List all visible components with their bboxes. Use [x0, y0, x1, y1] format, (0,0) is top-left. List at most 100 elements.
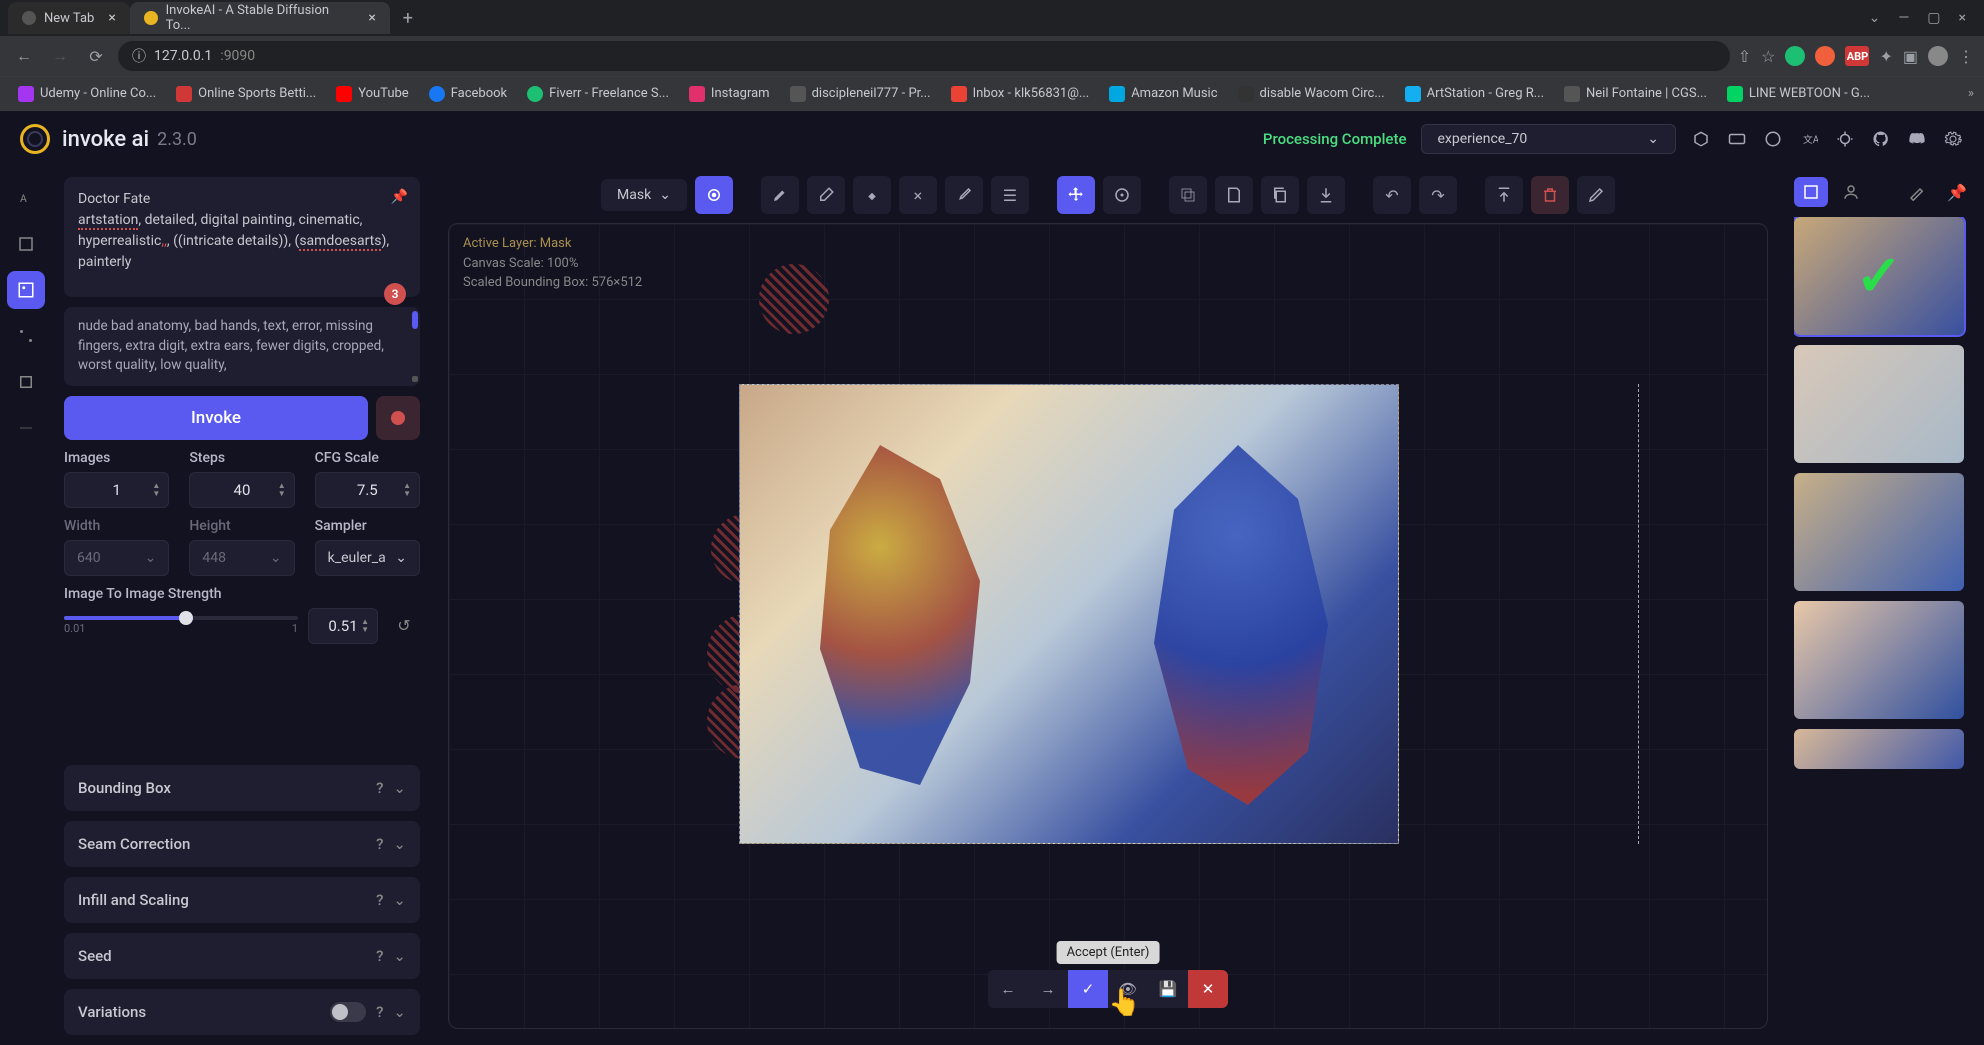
steps-input[interactable]: 40▲▼: [189, 472, 294, 508]
clear-canvas-button[interactable]: [1531, 176, 1569, 214]
tab-txt2img[interactable]: A: [7, 179, 45, 217]
star-icon[interactable]: ☆: [1761, 47, 1775, 66]
cube-icon[interactable]: [1690, 128, 1712, 150]
forward-button[interactable]: →: [46, 42, 74, 70]
url-field[interactable]: ⓘ 127.0.0.1:9090: [118, 41, 1730, 71]
move-tool[interactable]: [1057, 176, 1095, 214]
gallery-user-tab[interactable]: [1834, 177, 1868, 207]
bounding-box-edge[interactable]: [1638, 384, 1639, 844]
tab-img2img[interactable]: [7, 225, 45, 263]
bug-icon[interactable]: [1834, 128, 1856, 150]
pin-icon[interactable]: 📌: [391, 187, 408, 208]
chevron-down-icon[interactable]: ⌄: [1869, 10, 1881, 26]
undo-button[interactable]: ↶: [1373, 176, 1411, 214]
accordion-seed[interactable]: Seed?⌄: [64, 933, 420, 979]
tab-unified-canvas[interactable]: [7, 271, 45, 309]
extensions-icon[interactable]: ✦: [1879, 47, 1892, 66]
merge-visible-button[interactable]: [1169, 176, 1207, 214]
browser-tab-invokeai[interactable]: InvokeAI - A Stable Diffusion To... ×: [130, 2, 390, 34]
close-window-icon[interactable]: ×: [1959, 10, 1966, 26]
bookmark-item[interactable]: Inbox - klk56831@...: [943, 82, 1098, 106]
palette-icon[interactable]: [1762, 128, 1784, 150]
tab-training[interactable]: [7, 409, 45, 447]
accordion-infill-scaling[interactable]: Infill and Scaling?⌄: [64, 877, 420, 923]
copy-button[interactable]: [1261, 176, 1299, 214]
variations-toggle[interactable]: [330, 1002, 366, 1022]
bookmark-item[interactable]: Amazon Music: [1101, 82, 1225, 106]
bookmark-item[interactable]: Facebook: [421, 82, 515, 106]
cancel-button[interactable]: [376, 396, 420, 440]
profile-avatar[interactable]: [1928, 46, 1948, 66]
eraser-tool[interactable]: [807, 176, 845, 214]
staging-show-hide-button[interactable]: 👁: [1108, 970, 1148, 1008]
adblock-icon[interactable]: ABP: [1845, 46, 1869, 66]
reset-view-button[interactable]: [1103, 176, 1141, 214]
color-picker-tool[interactable]: [945, 176, 983, 214]
discord-icon[interactable]: [1906, 128, 1928, 150]
staging-discard-button[interactable]: ✕: [1188, 970, 1228, 1008]
accordion-bounding-box[interactable]: Bounding Box?⌄: [64, 765, 420, 811]
sidepanel-icon[interactable]: ▣: [1903, 47, 1918, 66]
bookmark-item[interactable]: ArtStation - Greg R...: [1397, 82, 1552, 106]
staging-prev-button[interactable]: ←: [988, 970, 1028, 1008]
scrollbar-handle[interactable]: [412, 376, 418, 382]
i2i-strength-slider[interactable]: [64, 616, 298, 620]
height-select[interactable]: 448⌄: [189, 540, 294, 576]
minimize-icon[interactable]: —: [1898, 10, 1909, 26]
model-select[interactable]: experience_70 ⌄: [1421, 124, 1677, 154]
tab-postprocess[interactable]: [7, 363, 45, 401]
download-button[interactable]: [1307, 176, 1345, 214]
reload-button[interactable]: ⟳: [82, 42, 110, 70]
bookmark-item[interactable]: Fiverr - Freelance S...: [519, 82, 677, 106]
keyboard-icon[interactable]: [1726, 128, 1748, 150]
canvas-settings-button[interactable]: [1577, 176, 1615, 214]
gallery-settings-button[interactable]: [1900, 177, 1934, 207]
prompt-input[interactable]: 📌 Doctor Fate artstation, detailed, digi…: [64, 177, 420, 297]
gallery-results-tab[interactable]: [1794, 177, 1828, 207]
sampler-select[interactable]: k_euler_a⌄: [315, 540, 420, 576]
gear-icon[interactable]: [1942, 128, 1964, 150]
bookmark-item[interactable]: Online Sports Betti...: [168, 82, 324, 106]
browser-tab-newtab[interactable]: New Tab ×: [8, 2, 130, 34]
bookmark-item[interactable]: Neil Fontaine | CGS...: [1556, 82, 1715, 106]
bookmark-item[interactable]: discipleneil777 - Pr...: [782, 82, 939, 106]
gallery-thumbnail[interactable]: [1794, 601, 1964, 719]
scrollbar[interactable]: [412, 311, 418, 329]
close-icon[interactable]: ×: [108, 10, 115, 26]
cfg-input[interactable]: 7.5▲▼: [315, 472, 420, 508]
save-to-gallery-button[interactable]: [1215, 176, 1253, 214]
redo-button[interactable]: ↷: [1419, 176, 1457, 214]
extension-icon[interactable]: [1815, 46, 1835, 66]
close-icon[interactable]: ×: [368, 10, 375, 26]
images-input[interactable]: 1▲▼: [64, 472, 169, 508]
layer-select[interactable]: Mask⌄: [601, 179, 687, 211]
gallery-thumbnail[interactable]: [1794, 473, 1964, 591]
accordion-seam-correction[interactable]: Seam Correction?⌄: [64, 821, 420, 867]
bookmark-item[interactable]: Instagram: [681, 82, 778, 106]
brush-options-button[interactable]: ☰: [991, 176, 1029, 214]
upload-button[interactable]: [1485, 176, 1523, 214]
i2i-strength-input[interactable]: 0.51▲▼: [308, 608, 378, 644]
staging-save-button[interactable]: 💾: [1148, 970, 1188, 1008]
reset-button[interactable]: ↺: [388, 610, 420, 642]
gallery-thumbnail[interactable]: [1794, 345, 1964, 463]
tab-nodes[interactable]: [7, 317, 45, 355]
fill-tool[interactable]: [853, 176, 891, 214]
negative-prompt-input[interactable]: nude bad anatomy, bad hands, text, error…: [64, 307, 420, 386]
staging-accept-button[interactable]: ✓: [1068, 970, 1108, 1008]
bookmark-item[interactable]: Udemy - Online Co...: [10, 82, 164, 106]
canvas-generated-image[interactable]: [739, 384, 1399, 844]
bookmark-item[interactable]: LINE WEBTOON - G...: [1719, 82, 1878, 106]
back-button[interactable]: ←: [10, 42, 38, 70]
maximize-icon[interactable]: ▢: [1927, 10, 1940, 26]
extension-icon[interactable]: [1785, 46, 1805, 66]
accordion-variations[interactable]: Variations?⌄: [64, 989, 420, 1035]
gallery-thumbnail[interactable]: [1794, 729, 1964, 769]
clear-mask-button[interactable]: ×: [899, 176, 937, 214]
gallery-pin-button[interactable]: 📌: [1940, 177, 1974, 207]
invoke-button[interactable]: Invoke: [64, 396, 368, 440]
share-icon[interactable]: ⇧: [1738, 47, 1751, 66]
width-select[interactable]: 640⌄: [64, 540, 169, 576]
bookmark-item[interactable]: disable Wacom Circ...: [1230, 82, 1393, 106]
brush-tool[interactable]: [761, 176, 799, 214]
